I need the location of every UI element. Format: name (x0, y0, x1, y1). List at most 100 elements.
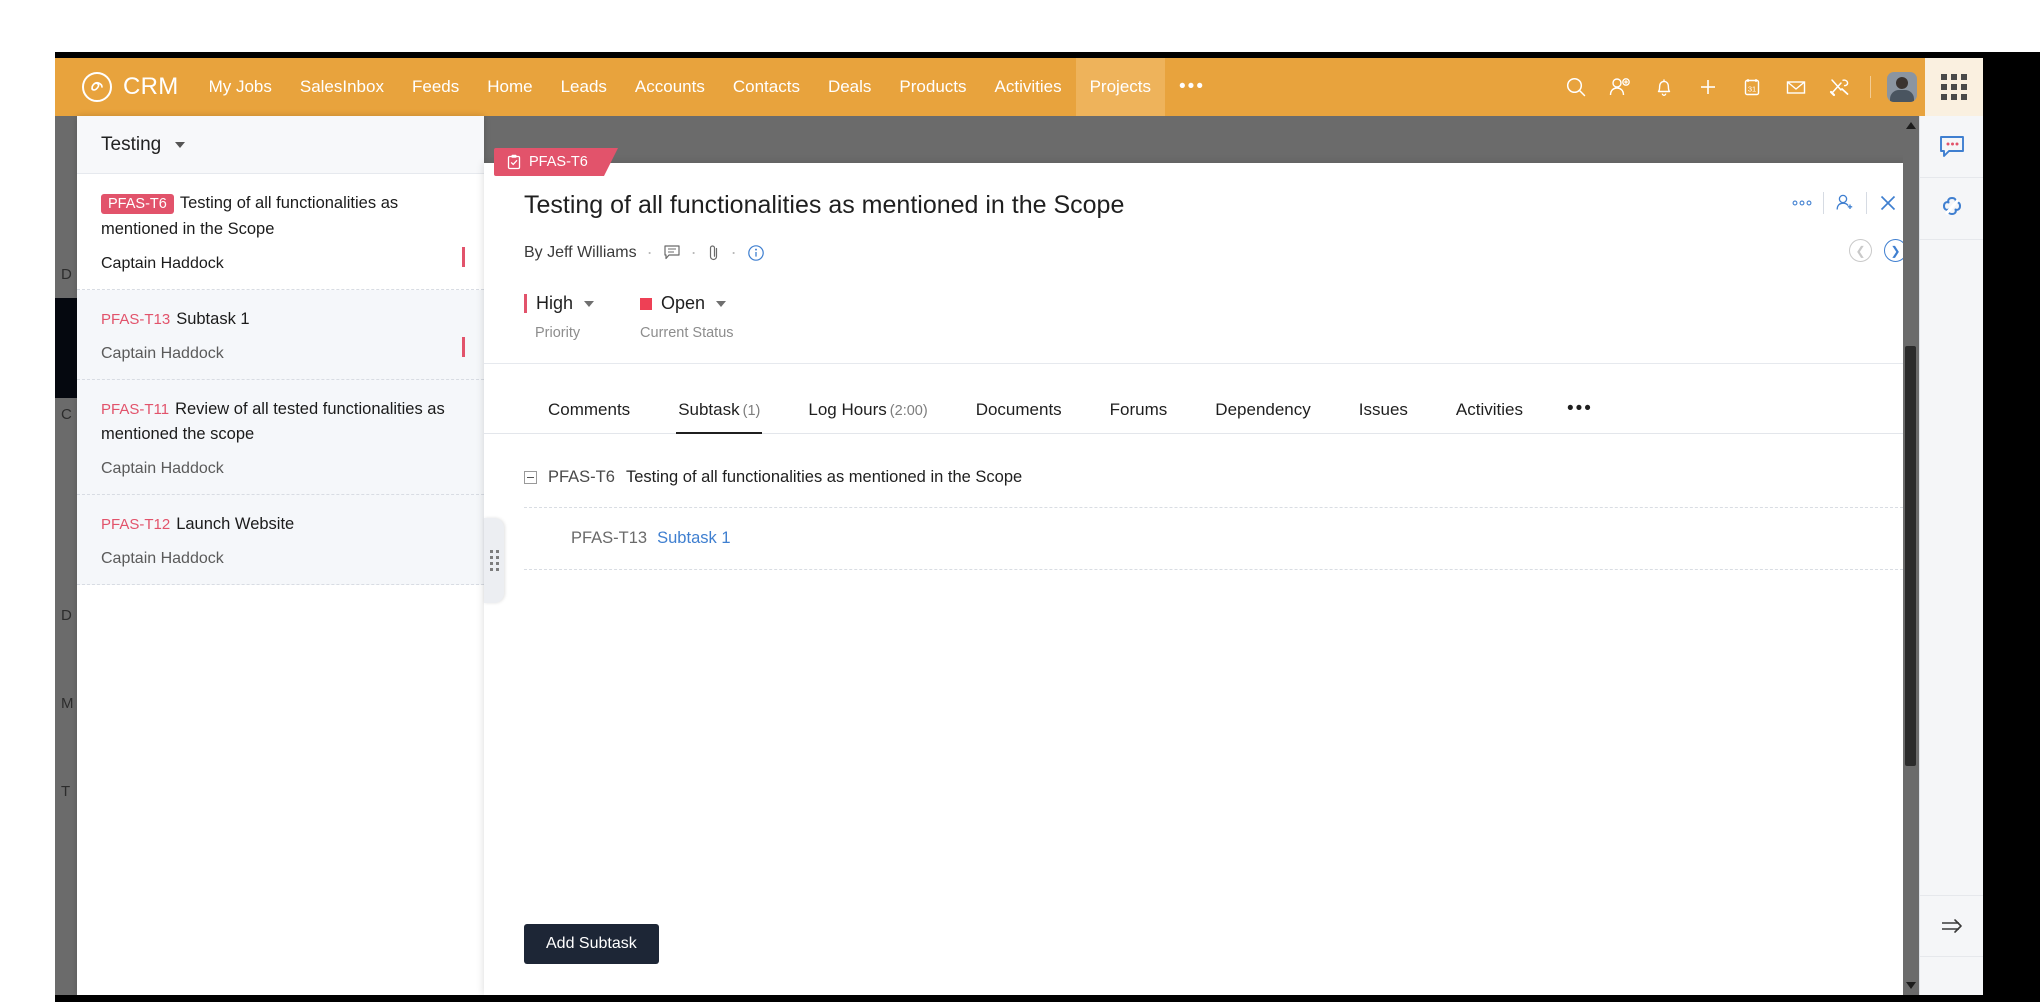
priority-value-control[interactable]: High (524, 293, 595, 314)
subtask-child-link[interactable]: Subtask 1 (657, 529, 730, 548)
nav-right-icons: 31 (1554, 58, 1983, 116)
task-meta-bar: High Priority Open Current Status (484, 293, 1943, 364)
nav-item-salesinbox[interactable]: SalesInbox (286, 58, 398, 116)
tab-subtask[interactable]: Subtask (1) (654, 388, 784, 434)
task-item-key: PFAS-T11 (101, 401, 170, 418)
task-list-item[interactable]: PFAS-T12 Launch Website Captain Haddock (77, 495, 484, 585)
drag-dots-icon (489, 550, 499, 571)
search-icon[interactable] (1554, 58, 1598, 116)
nav-item-projects[interactable]: Projects (1075, 58, 1166, 116)
status-value-control[interactable]: Open (640, 293, 734, 314)
user-avatar[interactable] (1887, 72, 1917, 102)
priority-color-bar (524, 294, 527, 313)
background-project-nav (55, 116, 77, 995)
more-options-icon[interactable] (1781, 187, 1823, 219)
app-switcher-waffle-icon[interactable] (1925, 58, 1983, 116)
task-item-row: PFAS-T11 Review of all tested functionali… (101, 397, 460, 447)
task-list-item[interactable]: PFAS-T13 Subtask 1 Captain Haddock (77, 290, 484, 380)
tab-label: Dependency (1215, 400, 1311, 419)
priority-value: High (536, 293, 574, 313)
detail-tabs: Comments Subtask (1) Log Hours (2:00) Docu… (484, 386, 1943, 434)
info-icon[interactable] (747, 244, 765, 262)
chat-bubble-icon[interactable] (1920, 116, 1983, 178)
add-user-icon[interactable] (1824, 187, 1866, 219)
attachment-icon[interactable] (707, 244, 721, 262)
svg-text:31: 31 (1748, 85, 1756, 94)
nav-item-home[interactable]: Home (473, 58, 546, 116)
collapse-icon[interactable] (524, 471, 537, 484)
bell-icon[interactable] (1642, 58, 1686, 116)
task-item-key: PFAS-T12 (101, 516, 171, 533)
add-subtask-button[interactable]: Add Subtask (524, 924, 659, 964)
collapse-arrow-icon[interactable] (1920, 895, 1983, 957)
subtask-parent-row: PFAS-T6 Testing of all functionalities a… (524, 468, 1903, 508)
chevron-down-icon[interactable] (584, 300, 595, 307)
nav-item-products[interactable]: Products (885, 58, 980, 116)
page-scrollbar[interactable] (1903, 116, 1919, 995)
subtask-child-row[interactable]: PFAS-T13 Subtask 1 (524, 508, 1903, 570)
byline-author: By Jeff Williams (524, 243, 637, 261)
top-navigation-bar: CRM My Jobs SalesInbox Feeds Home Leads … (55, 58, 1983, 116)
tab-label: Issues (1358, 400, 1408, 419)
nav-item-accounts[interactable]: Accounts (621, 58, 719, 116)
tools-icon[interactable] (1818, 58, 1862, 116)
nav-item-activities[interactable]: Activities (981, 58, 1076, 116)
tab-label: Comments (548, 400, 631, 419)
tab-dependency[interactable]: Dependency (1191, 388, 1334, 433)
nav-overflow-icon[interactable]: ••• (1165, 58, 1219, 116)
brand-logo-area[interactable]: CRM (55, 58, 195, 116)
page-scrollbar-thumb[interactable] (1905, 346, 1916, 766)
task-priority-bar (462, 247, 465, 267)
status-color-square (640, 297, 653, 310)
tab-label: Log Hours (808, 400, 887, 419)
nav-item-my-jobs[interactable]: My Jobs (195, 58, 286, 116)
chevron-left-icon[interactable]: ❮ (1849, 239, 1872, 262)
task-priority-bar (462, 337, 465, 357)
add-user-icon[interactable] (1598, 58, 1642, 116)
tab-label: Subtask (678, 400, 740, 419)
tab-activities[interactable]: Activities (1432, 388, 1547, 433)
detail-action-buttons (1781, 187, 1909, 219)
tab-label: Documents (975, 400, 1062, 419)
byline-separator: · (690, 242, 697, 262)
tab-forums[interactable]: Forums (1086, 388, 1192, 433)
tab-documents[interactable]: Documents (952, 388, 1086, 433)
tab-issues[interactable]: Issues (1335, 388, 1432, 433)
panel-resize-handle[interactable] (484, 518, 504, 603)
chevron-down-icon[interactable] (716, 300, 727, 307)
comment-icon[interactable] (663, 244, 681, 261)
task-list-item[interactable]: PFAS-T6 Testing of all functionalities as… (77, 174, 484, 290)
tab-log-hours[interactable]: Log Hours (2:00) (784, 388, 951, 433)
tab-label: Activities (1455, 400, 1523, 419)
app-viewport: CRM My Jobs SalesInbox Feeds Home Leads … (55, 58, 1983, 995)
task-item-row: PFAS-T12 Launch Website (101, 512, 460, 537)
task-list-header: Testing (77, 116, 484, 174)
task-item-name: Launch Website (176, 515, 295, 533)
plus-icon[interactable] (1686, 58, 1730, 116)
tab-comments[interactable]: Comments (524, 388, 654, 433)
task-item-owner: Captain Haddock (101, 345, 224, 362)
calendar-icon[interactable]: 31 (1730, 58, 1774, 116)
nav-item-feeds[interactable]: Feeds (398, 58, 473, 116)
chevron-down-icon[interactable] (175, 141, 186, 148)
envelope-icon[interactable] (1774, 58, 1818, 116)
priority-field: High Priority (524, 293, 595, 341)
subtask-list: PFAS-T6 Testing of all functionalities a… (484, 434, 1943, 570)
page-scroll-down-icon[interactable] (1906, 982, 1916, 989)
status-field: Open Current Status (640, 293, 734, 341)
nav-item-deals[interactable]: Deals (814, 58, 885, 116)
task-item-row: PFAS-T6 Testing of all functionalities as… (101, 191, 460, 242)
nav-item-leads[interactable]: Leads (547, 58, 621, 116)
extensions-icon[interactable] (1920, 178, 1983, 240)
tabs-overflow-icon[interactable]: ••• (1547, 386, 1613, 433)
byline: By Jeff Williams · · · (524, 242, 1903, 263)
avatar-head (1896, 77, 1908, 89)
subtask-parent-name: Testing of all functionalities as mentio… (625, 468, 1023, 486)
task-list-item[interactable]: PFAS-T11 Review of all tested functionali… (77, 380, 484, 495)
page-scroll-up-icon[interactable] (1906, 122, 1916, 129)
tab-count: (2:00) (889, 403, 928, 419)
right-rail (1919, 116, 1983, 995)
nav-item-contacts[interactable]: Contacts (719, 58, 814, 116)
task-item-name: Subtask 1 (176, 310, 250, 328)
task-item-owner: Captain Haddock (101, 460, 224, 477)
